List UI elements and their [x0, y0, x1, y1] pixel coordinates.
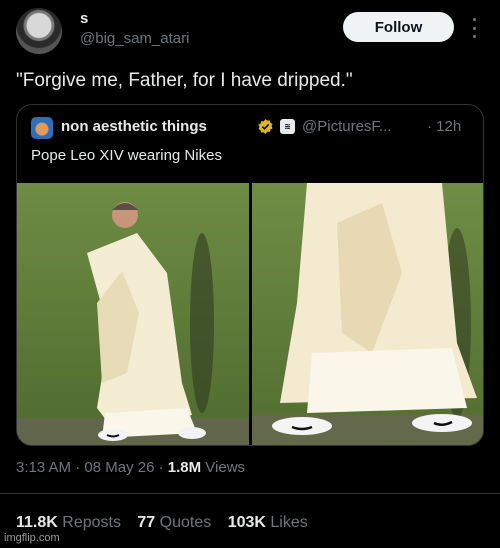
- likes-count: 103K: [227, 514, 266, 531]
- views-label: Views: [201, 459, 246, 476]
- divider: [0, 493, 500, 494]
- verified-badge-icon: [258, 119, 273, 134]
- quote-photo-1[interactable]: [17, 183, 249, 445]
- quotes-stat[interactable]: 77 Quotes: [137, 514, 211, 531]
- likes-stat[interactable]: 103K Likes: [228, 514, 308, 531]
- engagement-stats: 11.8K Reposts 77 Quotes 103K Likes: [16, 514, 308, 532]
- affiliate-badge-icon: ≋: [280, 119, 295, 134]
- quote-author-handle[interactable]: @PicturesF...: [302, 118, 391, 135]
- quote-photo-2[interactable]: [252, 183, 483, 445]
- more-options-icon[interactable]: [470, 18, 478, 38]
- tweet-text: "Forgive me, Father, for I have dripped.…: [16, 70, 353, 91]
- reposts-label: Reposts: [57, 514, 121, 531]
- reposts-stat[interactable]: 11.8K Reposts: [16, 514, 121, 531]
- follow-button[interactable]: Follow: [343, 12, 454, 42]
- watermark: imgflip.com: [4, 532, 60, 544]
- quote-author-name[interactable]: non aesthetic things: [61, 118, 207, 135]
- quotes-label: Quotes: [155, 514, 212, 531]
- meta-separator: ·: [154, 459, 168, 476]
- quote-timestamp[interactable]: · 12h: [427, 118, 461, 135]
- tweet-time[interactable]: 3:13 AM: [16, 459, 71, 476]
- quote-author-avatar[interactable]: [31, 117, 53, 139]
- author-avatar[interactable]: [16, 8, 62, 54]
- reposts-count: 11.8K: [16, 514, 58, 531]
- author-display-name[interactable]: s: [80, 10, 88, 27]
- quote-text: Pope Leo XIV wearing Nikes: [31, 147, 222, 164]
- tweet-meta: 3:13 AM · 08 May 26 · 1.8M Views: [16, 459, 245, 476]
- likes-label: Likes: [265, 514, 308, 531]
- meta-separator: ·: [71, 459, 85, 476]
- quotes-count: 77: [137, 514, 156, 531]
- quoted-tweet[interactable]: non aesthetic things ≋ @PicturesF... · 1…: [16, 104, 484, 446]
- views-count: 1.8M: [167, 459, 202, 476]
- author-handle[interactable]: @big_sam_atari: [80, 30, 189, 47]
- tweet-date[interactable]: 08 May 26: [84, 459, 154, 476]
